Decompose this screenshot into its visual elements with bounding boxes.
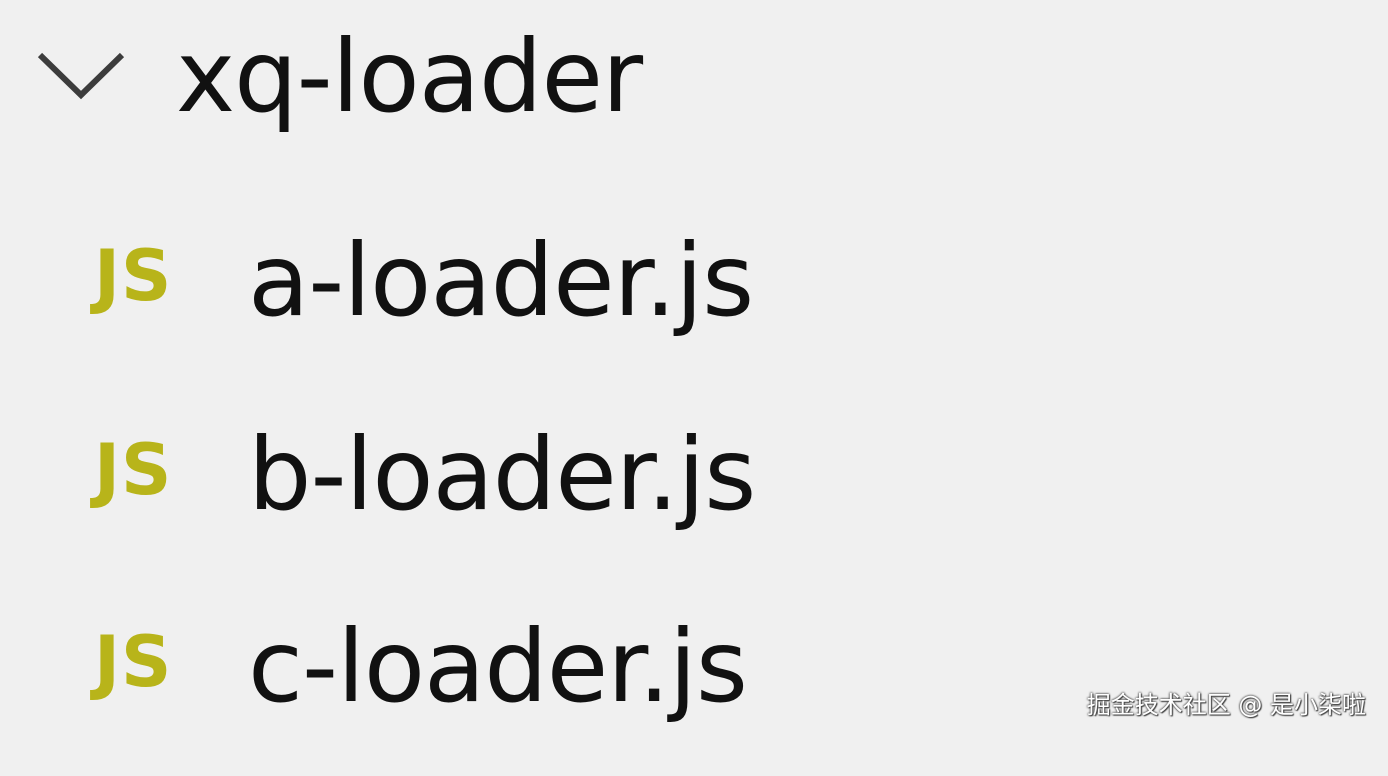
- javascript-file-icon: JS: [94, 235, 173, 317]
- javascript-file-icon: JS: [94, 429, 173, 511]
- file-row-c-loader[interactable]: JS c-loader.js: [0, 586, 1388, 776]
- folder-row-xq-loader[interactable]: xq-loader: [0, 0, 1388, 180]
- file-row-b-loader[interactable]: JS b-loader.js: [0, 394, 1388, 584]
- chevron-down-icon[interactable]: [34, 47, 128, 107]
- watermark: 掘金技术社区 @ 是小柒啦: [1086, 691, 1366, 719]
- file-name: a-loader.js: [248, 222, 754, 339]
- folder-name: xq-loader: [176, 18, 643, 135]
- file-explorer-tree: xq-loader JS a-loader.js JS b-loader.js …: [0, 0, 1388, 740]
- file-name: c-loader.js: [248, 608, 748, 725]
- javascript-file-icon: JS: [94, 621, 173, 703]
- file-row-a-loader[interactable]: JS a-loader.js: [0, 200, 1388, 390]
- file-name: b-loader.js: [248, 416, 756, 533]
